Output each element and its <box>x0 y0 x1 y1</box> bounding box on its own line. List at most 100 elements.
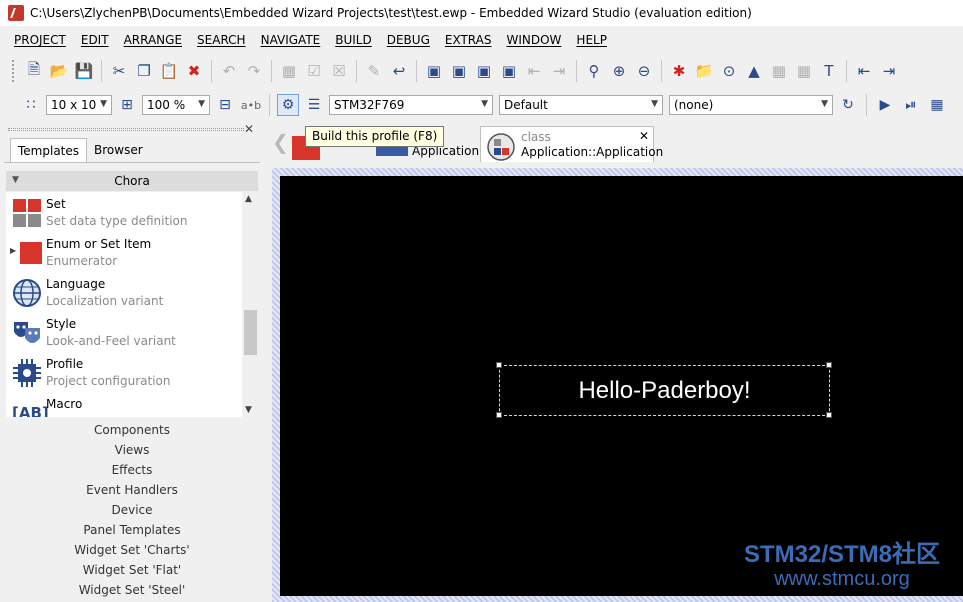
category-item[interactable]: Effects <box>6 460 258 480</box>
masks-icon <box>14 322 40 343</box>
list-item-enum[interactable]: ▶ Enum or Set Item Enumerator <box>6 234 242 274</box>
hello-text-view[interactable]: Hello-Paderboy! <box>499 365 830 416</box>
tree-icon[interactable]: ▦ <box>768 60 790 82</box>
play-icon[interactable]: ▶ <box>874 94 896 116</box>
close-icon[interactable]: ✕ <box>244 122 254 136</box>
redo-icon[interactable]: ↷ <box>243 60 265 82</box>
menu-arrange[interactable]: ARRANGE <box>118 33 188 47</box>
list-item-set[interactable]: Set Set data type definition <box>6 194 242 234</box>
tab-browser[interactable]: Browser <box>87 138 150 162</box>
bring-forward-icon[interactable]: ▣ <box>448 60 470 82</box>
tree-alt-icon[interactable]: ▦ <box>793 60 815 82</box>
menu-navigate[interactable]: NAVIGATE <box>255 33 327 47</box>
scroll-thumb[interactable] <box>244 310 257 355</box>
resize-handle[interactable] <box>826 362 832 368</box>
undo-icon[interactable]: ↶ <box>218 60 240 82</box>
list-scrollbar[interactable]: ▲ ▼ <box>242 192 258 417</box>
list-item-name: Style <box>46 317 77 331</box>
tab-application-class[interactable]: class Application::Application ✕ <box>480 126 663 162</box>
dock-left-icon[interactable]: ⇤ <box>853 60 875 82</box>
reload-icon[interactable]: ↻ <box>837 94 859 116</box>
menu-build[interactable]: BUILD <box>329 33 377 47</box>
category-item[interactable]: Widget Set 'Steel' <box>6 580 258 600</box>
profile-select[interactable]: STM32F769 ▼ <box>329 95 493 115</box>
panel-splitter[interactable] <box>260 122 270 602</box>
panel-grip[interactable] <box>8 128 244 131</box>
resize-handle[interactable] <box>826 412 832 418</box>
templates-panel: ✕ Templates Browser ▼ Chora Set Set data… <box>4 122 260 602</box>
list-item-style[interactable]: Style Look-and-Feel variant <box>6 314 242 354</box>
copy-icon[interactable]: ❐ <box>133 60 155 82</box>
grid-size-select[interactable]: 10 x 10 ▼ <box>46 95 112 115</box>
tab-templates[interactable]: Templates <box>10 138 88 162</box>
bring-front-icon[interactable]: ▣ <box>423 60 445 82</box>
grid-icon[interactable]: ∷ <box>20 94 42 116</box>
build-profile-icon[interactable]: ⚙ <box>277 94 299 116</box>
save-icon[interactable]: 💾 <box>73 60 95 82</box>
menu-extras[interactable]: EXTRAS <box>439 33 498 47</box>
menu-edit[interactable]: EDIT <box>75 33 115 47</box>
text-tool-icon[interactable]: T <box>818 60 840 82</box>
new-file-icon[interactable]: 🗎 <box>23 60 45 82</box>
align-left-icon[interactable]: ⇤ <box>523 60 545 82</box>
align-right-icon[interactable]: ⇥ <box>548 60 570 82</box>
zoom-in-icon[interactable]: ⊕ <box>608 60 630 82</box>
revert-icon[interactable]: ↩ <box>388 60 410 82</box>
language-select[interactable]: (none) ▼ <box>669 95 833 115</box>
toolbar-grip[interactable] <box>12 60 16 82</box>
open-folder-icon[interactable]: 📂 <box>48 60 70 82</box>
menu-search[interactable]: SEARCH <box>191 33 252 47</box>
cut-icon[interactable]: ✂ <box>108 60 130 82</box>
zoom-reset-icon[interactable]: ⊟ <box>214 94 236 116</box>
zoom-out-icon[interactable]: ⊖ <box>633 60 655 82</box>
toolbar-separator <box>101 60 102 82</box>
delete-icon[interactable]: ✖ <box>183 60 205 82</box>
collapse-triangle-icon[interactable]: ▼ <box>12 175 19 185</box>
locate-icon[interactable]: ⊙ <box>718 60 740 82</box>
play-circle-icon[interactable]: ⏯ <box>900 94 922 116</box>
category-item[interactable]: Widget Set 'Charts' <box>6 540 258 560</box>
list-item-profile[interactable]: Profile Project configuration <box>6 354 242 394</box>
paste-icon[interactable]: 📋 <box>158 60 180 82</box>
tab-label: Application::Application <box>521 145 664 159</box>
scroll-up-icon[interactable]: ▲ <box>245 194 252 204</box>
copy-format-icon[interactable]: ▦ <box>278 60 300 82</box>
close-icon[interactable]: ✕ <box>639 129 649 143</box>
category-item[interactable]: Panel Templates <box>6 520 258 540</box>
dock-right-icon[interactable]: ⇥ <box>878 60 900 82</box>
checkin-icon[interactable]: ☑ <box>303 60 325 82</box>
checkout-icon[interactable]: ☒ <box>328 60 350 82</box>
style-select[interactable]: Default ▼ <box>499 95 663 115</box>
menu-debug[interactable]: DEBUG <box>381 33 436 47</box>
list-item-language[interactable]: Language Localization variant <box>6 274 242 314</box>
ab-label[interactable]: a•b <box>240 94 262 116</box>
category-item[interactable]: Device <box>6 500 258 520</box>
menu-help[interactable]: HELP <box>570 33 613 47</box>
list-item-macro[interactable]: [AB] Macro <box>6 394 242 417</box>
resize-handle[interactable] <box>496 362 502 368</box>
zoom-fit-icon[interactable]: ⊞ <box>116 94 138 116</box>
group-header-chora[interactable]: ▼ Chora <box>6 171 258 191</box>
category-item[interactable]: Views <box>6 440 258 460</box>
toolbar-separator <box>269 94 270 116</box>
profile-list-icon[interactable]: ☰ <box>303 94 325 116</box>
search-icon[interactable]: ⚲ <box>583 60 605 82</box>
category-item[interactable]: Widget Set 'Flat' <box>6 560 258 580</box>
menu-window[interactable]: WINDOW <box>500 33 567 47</box>
chevron-left-icon[interactable]: ❮ <box>272 130 289 154</box>
wizard-icon[interactable]: ✱ <box>668 60 690 82</box>
send-backward-icon[interactable]: ▣ <box>473 60 495 82</box>
zoom-select[interactable]: 100 % ▼ <box>142 95 210 115</box>
prototyper-icon[interactable]: ▦ <box>926 94 948 116</box>
scroll-down-icon[interactable]: ▼ <box>245 405 252 415</box>
edit-brush-icon[interactable]: ✎ <box>363 60 385 82</box>
folder-link-icon[interactable]: 📁 <box>693 60 715 82</box>
category-item[interactable]: Components <box>6 420 258 440</box>
hierarchy-icon[interactable]: ▲ <box>743 60 765 82</box>
category-item[interactable]: Event Handlers <box>6 480 258 500</box>
menu-project[interactable]: PROJECT <box>8 33 72 47</box>
grid-size-value: 10 x 10 <box>51 98 97 112</box>
resize-handle[interactable] <box>496 412 502 418</box>
macro-icon: [AB] <box>12 404 49 417</box>
send-back-icon[interactable]: ▣ <box>498 60 520 82</box>
